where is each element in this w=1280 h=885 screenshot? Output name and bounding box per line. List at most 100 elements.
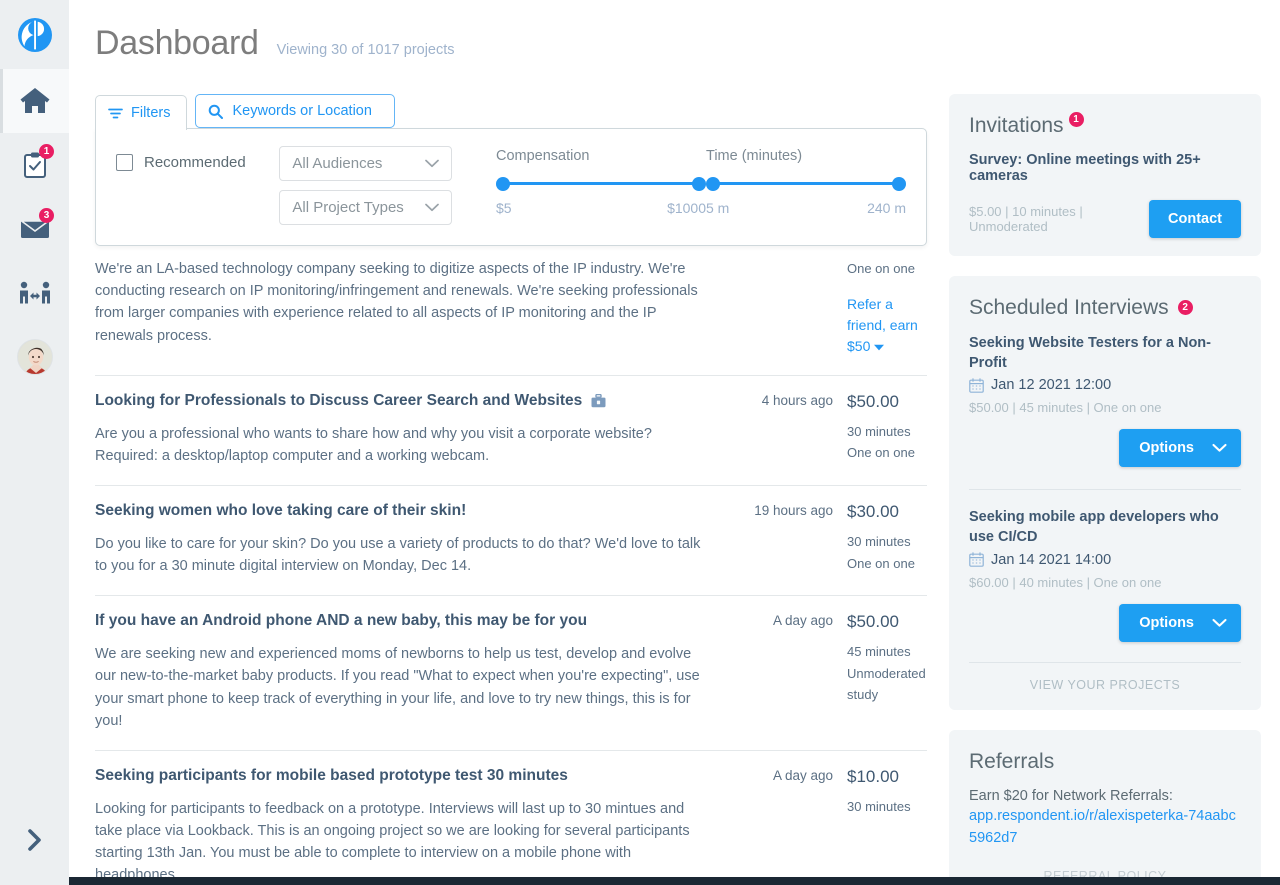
view-your-projects-link[interactable]: VIEW YOUR PROJECTS [969, 661, 1241, 692]
compensation-range-labels: $5 $1000 [496, 200, 706, 216]
calendar-icon [969, 552, 984, 568]
contact-button[interactable]: Contact [1149, 200, 1241, 238]
chevron-down-icon [425, 203, 439, 212]
project-list-item[interactable]: If you have an Android phone AND a new b… [95, 595, 927, 750]
options-button[interactable]: Options [1119, 429, 1241, 468]
scheduled-interview-title[interactable]: Seeking mobile app developers who use CI… [969, 508, 1241, 547]
project-format: One on one [847, 445, 915, 461]
project-description: Are you a professional who wants to shar… [95, 425, 652, 464]
project-list-item[interactable]: Looking for Professionals to Discuss Car… [95, 374, 927, 485]
time-min-label: 5 m [706, 200, 730, 216]
sidebar-item-messages[interactable]: 3 [0, 197, 69, 261]
people-handshake-icon [19, 281, 51, 305]
projects-badge: 1 [39, 144, 54, 159]
compensation-min-handle[interactable] [496, 177, 510, 191]
project-title-text: Seeking women who love taking care of th… [95, 501, 467, 519]
project-description: We are seeking new and experienced moms … [95, 646, 700, 729]
referral-link[interactable]: app.respondent.io/r/alexispeterka-74aabc… [969, 806, 1241, 850]
chevron-down-icon [1212, 618, 1227, 628]
invitation-item-title[interactable]: Survey: Online meetings with 25+ cameras [969, 152, 1241, 184]
refer-a-friend-link[interactable]: Refer a friend, earn $50 [847, 294, 925, 357]
invitation-item-meta: $5.00 | 10 minutes | Unmoderated [969, 204, 1083, 234]
briefcase-icon [591, 393, 606, 408]
chevron-down-icon [1212, 443, 1227, 453]
scheduled-interview-title[interactable]: Seeking Website Testers for a Non-Profit [969, 334, 1241, 373]
filters-tabbar: Filters Keywords or Location [95, 94, 927, 130]
project-meta: $50.00 30 minutes One on one [833, 392, 925, 467]
project-description: Looking for participants to feedback on … [95, 800, 690, 884]
project-meta: $30.00 30 minutes One on one [833, 502, 925, 577]
referrals-title-text: Referrals [969, 749, 1055, 773]
invitations-title: Invitations 1 [969, 112, 1084, 138]
chevron-right-icon [24, 827, 46, 853]
invitation-item-row: $5.00 | 10 minutes | Unmoderated Contact [969, 200, 1241, 238]
project-body: Seeking participants for mobile based pr… [95, 767, 715, 885]
project-format: One on one [847, 261, 915, 276]
page-header: Dashboard Viewing 30 of 1017 projects [69, 0, 1280, 63]
project-type-select-value: All Project Types [292, 199, 404, 216]
project-list-item[interactable]: We're an LA-based technology company see… [95, 256, 927, 375]
filter-panel: Recommended All Audiences All Project Ty… [95, 128, 927, 246]
scheduled-interview-date-text: Jan 12 2021 12:00 [991, 377, 1112, 394]
audience-select[interactable]: All Audiences [279, 146, 452, 181]
options-button[interactable]: Options [1119, 603, 1241, 642]
horizontal-scrollbar[interactable] [69, 877, 1280, 885]
recommended-checkbox[interactable] [116, 154, 133, 171]
compensation-min-label: $5 [496, 200, 512, 216]
compensation-max-handle[interactable] [692, 177, 706, 191]
project-description: Do you like to care for your skin? Do yo… [95, 535, 701, 575]
app-root: 1 3 Dashboard Viewing 30 of 1017 project… [0, 0, 1280, 885]
left-nav-rail: 1 3 [0, 0, 69, 885]
sidebar-item-home[interactable] [0, 69, 69, 133]
project-duration: 30 minutes [847, 533, 911, 549]
project-time-ago: 19 hours ago [754, 502, 833, 518]
avatar [16, 339, 53, 375]
invitations-card: Invitations 1 Survey: Online meetings wi… [949, 94, 1261, 256]
compensation-slider[interactable] [496, 177, 706, 191]
sidebar-item-projects[interactable]: 1 [0, 133, 69, 197]
time-range-labels: 5 m 240 m [706, 200, 906, 216]
compensation-label: Compensation [496, 148, 590, 164]
scheduled-interview-actions: Options [969, 429, 1241, 468]
project-type-select[interactable]: All Project Types [279, 190, 452, 225]
project-list-item[interactable]: Seeking participants for mobile based pr… [95, 749, 927, 885]
recommended-filter[interactable]: Recommended [116, 146, 279, 171]
project-time-ago: A day ago [772, 613, 833, 629]
sidebar-item-profile[interactable] [0, 325, 69, 389]
search-input[interactable]: Keywords or Location [195, 94, 396, 128]
project-title[interactable]: Seeking participants for mobile based pr… [95, 767, 703, 785]
scheduled-interview-meta: $50.00 | 45 minutes | One on one [969, 400, 1162, 416]
page-title: Dashboard [95, 24, 259, 62]
project-meta: $50.00 45 minutes Unmoderated study [833, 612, 926, 732]
project-title[interactable]: Seeking women who love taking care of th… [95, 502, 703, 520]
time-min-handle[interactable] [706, 177, 720, 191]
slider-track-line [504, 182, 698, 185]
tab-filters-label: Filters [131, 105, 171, 121]
main-area: Dashboard Viewing 30 of 1017 projects Fi… [69, 0, 1280, 885]
time-slider-group: Time (minutes) 5 m 240 m [706, 148, 906, 216]
search-icon [208, 104, 224, 119]
time-slider[interactable] [706, 177, 906, 191]
chevron-down-icon [425, 159, 439, 168]
project-body: If you have an Android phone AND a new b… [95, 612, 715, 732]
scheduled-interview-item: Seeking Website Testers for a Non-Profit… [969, 334, 1241, 487]
time-max-handle[interactable] [892, 177, 906, 191]
scheduled-badge: 2 [1177, 300, 1193, 315]
project-description: We're an LA-based technology company see… [95, 261, 698, 344]
tab-filters[interactable]: Filters [95, 95, 188, 130]
respondent-logo[interactable] [0, 0, 69, 69]
project-title-text: Seeking participants for mobile based pr… [95, 766, 568, 784]
projects-column: Filters Keywords or Location Recommended… [95, 63, 927, 885]
project-duration: 30 minutes [847, 798, 911, 814]
expand-sidebar-button[interactable] [0, 827, 69, 853]
project-title[interactable]: Looking for Professionals to Discuss Car… [95, 392, 703, 410]
project-list-item[interactable]: Seeking women who love taking care of th… [95, 484, 927, 595]
scheduled-interview-date: Jan 14 2021 14:00 [969, 552, 1241, 568]
sidebar-item-referrals[interactable] [0, 261, 69, 325]
project-title[interactable]: If you have an Android phone AND a new b… [95, 612, 703, 630]
project-price: $50.00 [847, 612, 899, 632]
options-button-label: Options [1139, 614, 1194, 631]
recommended-label: Recommended [144, 154, 246, 171]
scheduled-list: Seeking Website Testers for a Non-Profit… [969, 334, 1241, 662]
project-meta: $10.00 30 minutes [833, 767, 925, 885]
